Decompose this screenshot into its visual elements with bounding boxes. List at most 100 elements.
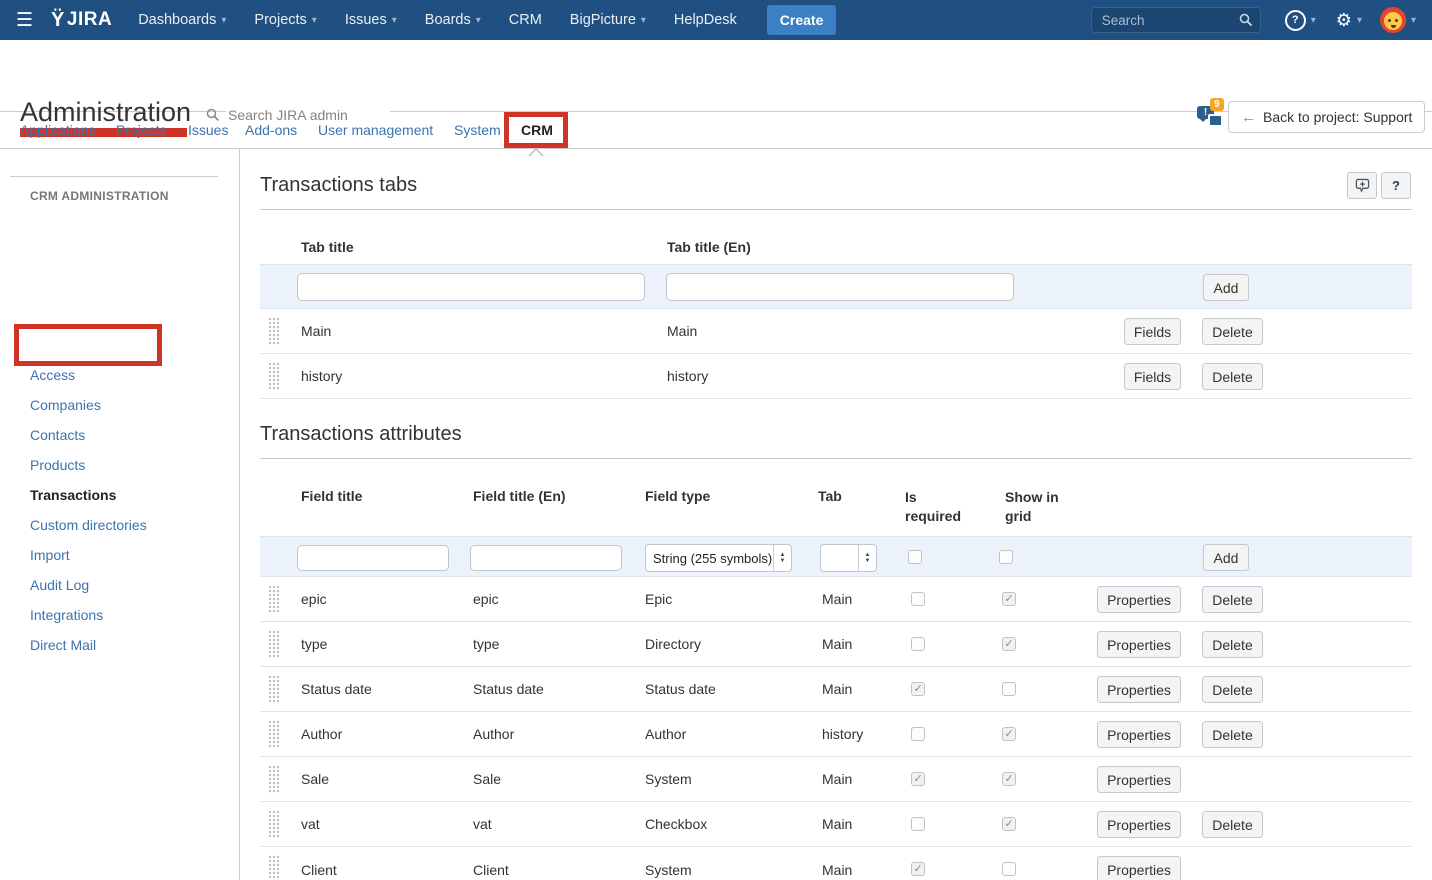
- nav-helpdesk[interactable]: HelpDesk: [674, 12, 737, 28]
- delete-button[interactable]: Delete: [1202, 363, 1263, 390]
- sidebar-item-transactions[interactable]: Transactions: [30, 481, 116, 509]
- chevron-down-icon: ▾: [641, 15, 646, 26]
- properties-button[interactable]: Properties: [1097, 586, 1181, 613]
- divider: [260, 209, 1412, 210]
- feedback-button[interactable]: [1347, 172, 1377, 199]
- properties-button[interactable]: Properties: [1097, 811, 1181, 838]
- sidebar-item-audit-log[interactable]: Audit Log: [30, 571, 89, 599]
- section-title-transactions-attributes: Transactions attributes: [260, 423, 462, 446]
- field-type-select[interactable]: String (255 symbols) ▲▼: [645, 544, 792, 572]
- new-field-title-input[interactable]: [297, 545, 449, 571]
- drag-handle-icon[interactable]: [268, 810, 279, 839]
- is-required-checkbox[interactable]: [911, 727, 925, 741]
- user-avatar[interactable]: [1380, 7, 1406, 33]
- add-tab-button[interactable]: Add: [1203, 274, 1249, 301]
- sidebar-item-contacts[interactable]: Contacts: [30, 421, 85, 449]
- sidebar-item-products[interactable]: Products: [30, 451, 85, 479]
- delete-button[interactable]: Delete: [1202, 676, 1263, 703]
- add-attribute-button[interactable]: Add: [1203, 544, 1249, 571]
- show-in-grid-checkbox[interactable]: [1002, 772, 1016, 786]
- new-tab-title-en-input[interactable]: [666, 273, 1014, 301]
- field-type-cell: System: [645, 847, 692, 880]
- sidebar-item-access[interactable]: Access: [30, 361, 75, 389]
- field-type-cell: Epic: [645, 577, 672, 621]
- nav-bigpicture[interactable]: BigPicture▾: [570, 12, 646, 28]
- delete-button[interactable]: Delete: [1202, 318, 1263, 345]
- tab-addons[interactable]: Add-ons: [245, 112, 297, 148]
- sidebar-item-companies[interactable]: Companies: [30, 391, 101, 419]
- sidebar-item-import[interactable]: Import: [30, 541, 70, 569]
- is-required-checkbox[interactable]: [911, 772, 925, 786]
- drag-handle-icon[interactable]: [268, 675, 279, 704]
- properties-button[interactable]: Properties: [1097, 676, 1181, 703]
- is-required-checkbox[interactable]: [911, 817, 925, 831]
- nav-projects[interactable]: Projects▾: [254, 12, 316, 28]
- delete-button[interactable]: Delete: [1202, 721, 1263, 748]
- nav-issues[interactable]: Issues▾: [345, 12, 397, 28]
- chevron-down-icon: ▾: [1357, 15, 1362, 26]
- tab-projects[interactable]: Projects: [116, 112, 167, 148]
- gear-icon[interactable]: ⚙: [1336, 10, 1352, 31]
- show-in-grid-checkbox[interactable]: [999, 550, 1013, 564]
- drag-handle-icon[interactable]: [268, 362, 279, 391]
- is-required-checkbox[interactable]: [911, 862, 925, 876]
- tab-user-management[interactable]: User management: [318, 112, 433, 148]
- drag-handle-icon[interactable]: [268, 855, 279, 880]
- tab-cell: Main: [822, 847, 852, 880]
- jira-logo[interactable]: Ÿ JIRA: [51, 9, 112, 32]
- is-required-checkbox[interactable]: [911, 682, 925, 696]
- sidebar-item-custom-directories[interactable]: Custom directories: [30, 511, 147, 539]
- show-in-grid-checkbox[interactable]: [1002, 727, 1016, 741]
- field-type-cell: Directory: [645, 622, 701, 666]
- tab-system[interactable]: System: [454, 112, 501, 148]
- delete-button[interactable]: Delete: [1202, 586, 1263, 613]
- tab-cell: Main: [822, 622, 852, 666]
- new-field-title-en-input[interactable]: [470, 545, 622, 571]
- drag-handle-icon[interactable]: [268, 630, 279, 659]
- show-in-grid-checkbox[interactable]: [1002, 817, 1016, 831]
- drag-handle-icon[interactable]: [268, 720, 279, 749]
- tab-select[interactable]: ▲▼: [820, 544, 877, 572]
- is-required-checkbox[interactable]: [911, 637, 925, 651]
- field-title-cell: vat: [301, 802, 320, 846]
- sidebar-item-direct-mail[interactable]: Direct Mail: [30, 631, 96, 659]
- properties-button[interactable]: Properties: [1097, 631, 1181, 658]
- fields-button[interactable]: Fields: [1124, 363, 1181, 390]
- fields-button[interactable]: Fields: [1124, 318, 1181, 345]
- is-required-checkbox[interactable]: [911, 592, 925, 606]
- delete-button[interactable]: Delete: [1202, 811, 1263, 838]
- sidebar-item-integrations[interactable]: Integrations: [30, 601, 103, 629]
- is-required-checkbox[interactable]: [908, 550, 922, 564]
- help-button[interactable]: ?: [1381, 172, 1411, 199]
- show-in-grid-checkbox[interactable]: [1002, 637, 1016, 651]
- field-title-cell: Sale: [301, 757, 329, 801]
- show-in-grid-checkbox[interactable]: [1002, 862, 1016, 876]
- drag-handle-icon[interactable]: [268, 585, 279, 614]
- nav-crm[interactable]: CRM: [509, 12, 542, 28]
- properties-button[interactable]: Properties: [1097, 766, 1181, 793]
- drag-handle-icon[interactable]: [268, 317, 279, 346]
- chevron-down-icon: ▾: [1411, 15, 1416, 26]
- hamburger-menu-icon[interactable]: ☰: [16, 9, 33, 32]
- show-in-grid-checkbox[interactable]: [1002, 682, 1016, 696]
- create-button[interactable]: Create: [767, 5, 837, 35]
- properties-button[interactable]: Properties: [1097, 856, 1181, 880]
- new-tab-title-input[interactable]: [297, 273, 645, 301]
- jira-logo-text: JIRA: [67, 9, 112, 31]
- field-title-cell: Status date: [301, 667, 372, 711]
- show-in-grid-checkbox[interactable]: [1002, 592, 1016, 606]
- properties-button[interactable]: Properties: [1097, 721, 1181, 748]
- delete-button[interactable]: Delete: [1202, 631, 1263, 658]
- tab-issues[interactable]: Issues: [188, 112, 228, 148]
- drag-handle-icon[interactable]: [268, 765, 279, 794]
- nav-boards[interactable]: Boards▾: [425, 12, 481, 28]
- column-header-field-title-en: Field title (En): [473, 488, 566, 504]
- table-row: Sale Sale System Main Properties Delete: [260, 757, 1412, 802]
- help-icon[interactable]: ?: [1285, 10, 1306, 31]
- table-row: Main Main Fields Delete: [260, 309, 1412, 354]
- navbar-search-input[interactable]: [1091, 7, 1261, 33]
- tab-applications[interactable]: Applications: [20, 112, 96, 148]
- admin-header: Administration ! 9 ← Back to project: Su…: [0, 40, 1432, 112]
- nav-dashboards[interactable]: Dashboards▾: [138, 12, 226, 28]
- field-title-cell: epic: [301, 577, 327, 621]
